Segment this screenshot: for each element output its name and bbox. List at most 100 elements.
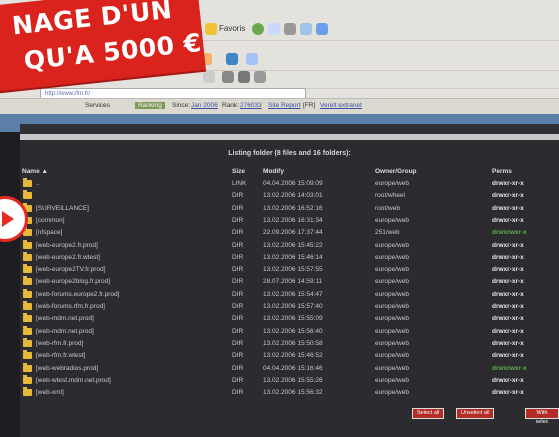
file-name[interactable]: [web-europe2TV.fr.prod] [36,266,106,273]
ranking-badge: Ranking [135,102,165,109]
name-header[interactable]: Name ▲ [22,168,48,175]
file-perms: drwxr-xr-x [492,389,524,397]
table-row[interactable]: [web-xml] DIR 13.02.2006 15:56:32 europe/we… [20,387,559,399]
file-owner: 251/web [375,229,400,237]
rank-value[interactable]: 276033 [240,102,262,109]
file-perms: drwxr-xr-x [492,278,524,286]
table-row[interactable]: [web-forums.rfm.fr.prod] DIR 13.02.2006 15… [20,301,559,313]
owner-header[interactable]: Owner/Group [375,168,417,175]
folder-icon [23,264,32,274]
file-perms: drwxr-xr-x [492,180,524,187]
table-row[interactable]: [common] DIR 13.02.2006 16:31:34 europe/web… [20,214,559,227]
file-owner: europe/web [375,216,409,224]
page-icon[interactable] [246,53,258,65]
left-strip [0,132,20,437]
file-size: DIR [232,290,244,298]
file-modified: 13.02.2006 15:57:55 [263,266,323,274]
file-size: DIR [232,315,244,323]
table-row[interactable]: [web-europe2.fr.wtest] DIR 13.02.2006 15:4… [20,251,559,264]
table-row[interactable]: [web-webradios.prod] DIR 04.04.2006 15:16:… [20,362,559,375]
file-name[interactable]: [web-europe2.fr.wtest] [36,254,100,261]
file-size: DIR [232,192,244,200]
history-icon[interactable] [252,23,264,35]
table-row[interactable]: .. LINK 04.04.2006 15:09:09 europe/web drwxr… [20,178,559,190]
file-owner: europe/web [375,253,409,261]
select-all-button[interactable]: Select all [412,408,445,419]
file-name[interactable]: [web-wtest.mdm.net.prod] [36,377,111,384]
file-size: DIR [232,241,244,249]
table-row[interactable]: [web-mdm.net.prod] DIR 13.02.2006 15:55:09… [20,313,559,325]
file-modified: 13.02.2006 15:46:52 [263,352,323,360]
file-name[interactable]: [web-europe2blog.fr.prod] [36,278,110,285]
folder-icon [23,288,32,298]
file-perms: drwxr-xr-x [492,327,524,335]
file-size: DIR [232,339,244,347]
table-row[interactable]: [web-rfm.fr.prod] DIR 13.02.2006 15:50:58 e… [20,337,559,350]
file-perms: drwxr-xr-x [492,266,524,274]
file-perms: drwxr-xr-x [492,339,524,347]
table-row[interactable]: [web-europe2blog.fr.prod] DIR 28.07.2006 1… [20,276,559,288]
file-perms: drwxr-xr-x [492,303,524,310]
mail-icon[interactable] [268,23,280,35]
print-small-icon[interactable] [222,71,234,83]
file-name[interactable]: [web-xml] [36,389,64,396]
file-name[interactable]: [web-webradios.prod] [36,365,98,372]
table-row[interactable]: [web-europe2.fr.prod] DIR 13.02.2006 15:45… [20,239,559,252]
table-row[interactable]: [web-mdm.net.prod] DIR 13.02.2006 15:56:40… [20,325,559,338]
file-size: DIR [232,229,244,237]
folder-icon [23,387,32,397]
file-name[interactable]: [web-mdm.net.prod] [36,328,94,335]
file-perms: drwxr-xr-x [492,376,524,384]
file-size: DIR [232,216,244,224]
file-modified: 13.02.2006 16:31:34 [263,216,323,224]
file-name[interactable]: [nfspace] [36,229,62,236]
file-name[interactable]: [SURVEILLANCE] [36,205,89,212]
perms-header[interactable]: Perms [492,168,512,175]
extranet-link[interactable]: Verelt extranet [320,102,362,109]
home-icon[interactable] [226,53,238,65]
with-selected-button[interactable]: With selec [525,408,559,425]
edit-icon[interactable] [300,23,312,35]
file-owner: europe/web [375,180,409,187]
services-menu[interactable]: Services [85,102,110,109]
unselect-all-button[interactable]: Unselect all [456,408,495,419]
folder-icon [23,301,32,310]
print-icon[interactable] [284,23,296,35]
file-modified: 13.02.2006 15:57:40 [263,303,323,310]
table-row[interactable]: [web-europe2TV.fr.prod] DIR 13.02.2006 15:… [20,264,559,276]
file-name[interactable]: [common] [36,217,65,224]
since-value[interactable]: Jan 2006 [191,102,218,109]
file-perms: drwxr-xr-x [492,241,524,249]
since-label: Since: [172,102,191,109]
file-name[interactable]: [web-mdm.net.prod] [36,315,94,322]
site-nav-bar [20,124,559,134]
star-icon[interactable] [205,23,217,35]
modify-header[interactable]: Modify [263,168,284,175]
file-owner: europe/web [375,241,409,249]
favorites-button[interactable]: Favoris [219,24,245,33]
table-row[interactable]: [web-rfm.fr.wtest] DIR 13.02.2006 15:46:52… [20,350,559,362]
file-size: DIR [232,352,244,360]
file-name[interactable]: [web-rfm.fr.wtest] [36,352,85,359]
file-modified: 13.02.2006 15:50:58 [263,339,323,347]
window-icon[interactable] [203,71,215,83]
file-modified: 13.02.2006 15:45:22 [263,241,323,249]
file-name[interactable]: [web-europe2.fr.prod] [36,242,98,249]
site-report-link[interactable]: Site Report [268,102,301,109]
size-header[interactable]: Size [232,168,245,175]
table-row[interactable]: [SURVEILLANCE] DIR 13.02.2006 16:52:16 root… [20,202,559,215]
messenger-icon[interactable] [316,23,328,35]
file-name[interactable]: [web-rfm.fr.prod] [36,340,83,347]
file-name[interactable]: [web-forums.rfm.fr.prod] [36,303,105,310]
wrench-icon[interactable] [254,71,266,83]
table-row[interactable]: [web-wtest.mdm.net.prod] DIR 13.02.2006 15… [20,374,559,387]
table-row[interactable]: DIR 13.02.2006 14:03:01 root/wheel drwxr-xr… [20,190,559,202]
tools-icon[interactable] [238,71,250,83]
file-perms: drwxr-xr-x [492,192,524,200]
table-row[interactable]: [web-forums.europe2.fr.prod] DIR 13.02.200… [20,288,559,301]
file-owner: root/wheel [375,192,405,200]
folder-icon [23,276,32,286]
file-name[interactable]: [web-forums.europe2.fr.prod] [36,291,119,298]
table-row[interactable]: [nfspace] DIR 22.09.2006 17:37:44 251/web dr… [20,227,559,239]
file-name[interactable]: .. [36,180,40,187]
